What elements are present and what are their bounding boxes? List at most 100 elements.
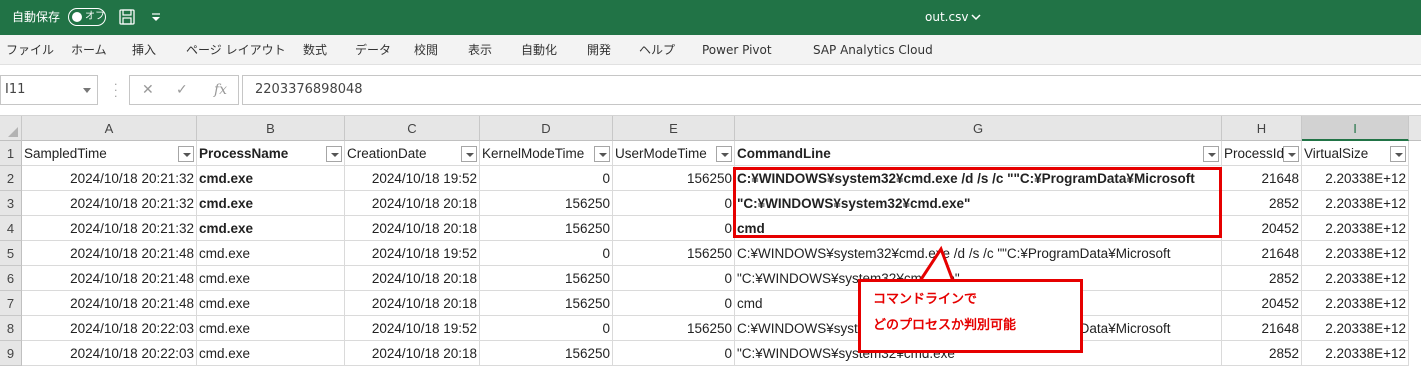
- cell-virtual-size[interactable]: 2.20338E+12: [1302, 341, 1409, 366]
- column-header-c[interactable]: C: [345, 116, 480, 141]
- cell-sampled-time[interactable]: 2024/10/18 20:21:48: [22, 241, 197, 266]
- cell-virtual-size[interactable]: 2.20338E+12: [1302, 166, 1409, 191]
- cell-user-mode-time[interactable]: 156250: [613, 166, 735, 191]
- header-cell-command-line[interactable]: CommandLine: [735, 141, 1222, 166]
- cell-user-mode-time[interactable]: 156250: [613, 241, 735, 266]
- cell-process-name[interactable]: cmd.exe: [197, 191, 345, 216]
- cell-sampled-time[interactable]: 2024/10/18 20:21:32: [22, 166, 197, 191]
- name-box[interactable]: I11: [0, 75, 98, 105]
- tab-review[interactable]: 校閲: [414, 42, 438, 58]
- tab-developer[interactable]: 開発: [587, 42, 611, 58]
- cell-sampled-time[interactable]: 2024/10/18 20:21:48: [22, 291, 197, 316]
- cell-kernel-mode-time[interactable]: 0: [480, 166, 613, 191]
- tab-page-layout[interactable]: ページ レイアウト: [186, 42, 286, 58]
- cell-creation-date[interactable]: 2024/10/18 20:18: [345, 341, 480, 366]
- check-icon[interactable]: ✓: [176, 82, 188, 98]
- row-header[interactable]: 6: [0, 266, 22, 291]
- cell-process-id[interactable]: 20452: [1222, 216, 1302, 241]
- fx-icon[interactable]: fx: [214, 82, 227, 98]
- column-header-b[interactable]: B: [197, 116, 345, 141]
- filter-dropdown-icon[interactable]: [1283, 146, 1299, 162]
- cell-process-name[interactable]: cmd.exe: [197, 341, 345, 366]
- filter-dropdown-icon[interactable]: [326, 146, 342, 162]
- column-header-g[interactable]: G: [735, 116, 1222, 141]
- cell-kernel-mode-time[interactable]: 156250: [480, 291, 613, 316]
- filter-dropdown-icon[interactable]: [594, 146, 610, 162]
- row-header[interactable]: 4: [0, 216, 22, 241]
- tab-file[interactable]: ファイル: [6, 42, 54, 58]
- cell-user-mode-time[interactable]: 0: [613, 291, 735, 316]
- cell-user-mode-time[interactable]: 0: [613, 191, 735, 216]
- customize-quick-access-icon[interactable]: [150, 8, 162, 26]
- resize-handle-icon[interactable]: · · ·: [114, 79, 118, 102]
- row-header[interactable]: 1: [0, 141, 22, 166]
- filter-dropdown-icon[interactable]: [1203, 146, 1219, 162]
- cell-kernel-mode-time[interactable]: 156250: [480, 216, 613, 241]
- cell-process-id[interactable]: 20452: [1222, 291, 1302, 316]
- cell-process-id[interactable]: 21648: [1222, 241, 1302, 266]
- cell-kernel-mode-time[interactable]: 0: [480, 316, 613, 341]
- filter-dropdown-icon[interactable]: [461, 146, 477, 162]
- filter-dropdown-icon[interactable]: [716, 146, 732, 162]
- cell-process-id[interactable]: 21648: [1222, 316, 1302, 341]
- row-header[interactable]: 9: [0, 341, 22, 366]
- cell-creation-date[interactable]: 2024/10/18 19:52: [345, 166, 480, 191]
- cell-process-name[interactable]: cmd.exe: [197, 241, 345, 266]
- formula-input[interactable]: 2203376898048: [242, 75, 1421, 105]
- cell-creation-date[interactable]: 2024/10/18 20:18: [345, 216, 480, 241]
- cell-process-name[interactable]: cmd.exe: [197, 266, 345, 291]
- cell-sampled-time[interactable]: 2024/10/18 20:21:32: [22, 191, 197, 216]
- tab-view[interactable]: 表示: [468, 42, 492, 58]
- column-header-a[interactable]: A: [22, 116, 197, 141]
- row-header[interactable]: 7: [0, 291, 22, 316]
- cell-command-line[interactable]: C:¥WINDOWS¥system32¥cmd.exe /d /s /c ""C…: [735, 241, 1222, 266]
- cell-sampled-time[interactable]: 2024/10/18 20:21:48: [22, 266, 197, 291]
- cell-virtual-size[interactable]: 2.20338E+12: [1302, 291, 1409, 316]
- cell-virtual-size[interactable]: 2.20338E+12: [1302, 316, 1409, 341]
- cell-creation-date[interactable]: 2024/10/18 20:18: [345, 191, 480, 216]
- cell-process-name[interactable]: cmd.exe: [197, 291, 345, 316]
- cell-process-id[interactable]: 21648: [1222, 166, 1302, 191]
- cell-process-id[interactable]: 2852: [1222, 191, 1302, 216]
- tab-automate[interactable]: 自動化: [521, 42, 557, 58]
- cell-user-mode-time[interactable]: 156250: [613, 316, 735, 341]
- file-name[interactable]: out.csv: [925, 9, 968, 25]
- cell-virtual-size[interactable]: 2.20338E+12: [1302, 266, 1409, 291]
- chevron-down-icon[interactable]: [83, 88, 91, 93]
- cell-user-mode-time[interactable]: 0: [613, 216, 735, 241]
- row-header[interactable]: 5: [0, 241, 22, 266]
- cell-process-id[interactable]: 2852: [1222, 341, 1302, 366]
- tab-sap-analytics-cloud[interactable]: SAP Analytics Cloud: [813, 42, 933, 58]
- cell-process-name[interactable]: cmd.exe: [197, 216, 345, 241]
- cell-sampled-time[interactable]: 2024/10/18 20:21:32: [22, 216, 197, 241]
- row-header[interactable]: 3: [0, 191, 22, 216]
- column-header-e[interactable]: E: [613, 116, 735, 141]
- cell-process-id[interactable]: 2852: [1222, 266, 1302, 291]
- cell-kernel-mode-time[interactable]: 0: [480, 241, 613, 266]
- tab-formulas[interactable]: 数式: [303, 42, 327, 58]
- row-header[interactable]: 2: [0, 166, 22, 191]
- cell-creation-date[interactable]: 2024/10/18 20:18: [345, 291, 480, 316]
- select-all-button[interactable]: [0, 116, 22, 141]
- tab-power-pivot[interactable]: Power Pivot: [702, 42, 772, 58]
- cell-process-name[interactable]: cmd.exe: [197, 166, 345, 191]
- column-header-i[interactable]: I: [1302, 116, 1409, 141]
- tab-help[interactable]: ヘルプ: [639, 42, 675, 58]
- cell-virtual-size[interactable]: 2.20338E+12: [1302, 216, 1409, 241]
- row-header[interactable]: 8: [0, 316, 22, 341]
- save-icon[interactable]: [118, 8, 136, 26]
- cell-creation-date[interactable]: 2024/10/18 20:18: [345, 266, 480, 291]
- chevron-down-icon[interactable]: [970, 12, 982, 22]
- cell-process-name[interactable]: cmd.exe: [197, 316, 345, 341]
- tab-home[interactable]: ホーム: [71, 42, 107, 58]
- header-cell-process-name[interactable]: ProcessName: [197, 141, 345, 166]
- cell-creation-date[interactable]: 2024/10/18 19:52: [345, 241, 480, 266]
- filter-dropdown-icon[interactable]: [1390, 146, 1406, 162]
- cell-kernel-mode-time[interactable]: 156250: [480, 341, 613, 366]
- cell-user-mode-time[interactable]: 0: [613, 266, 735, 291]
- filter-dropdown-icon[interactable]: [178, 146, 194, 162]
- cell-kernel-mode-time[interactable]: 156250: [480, 266, 613, 291]
- cell-virtual-size[interactable]: 2.20338E+12: [1302, 191, 1409, 216]
- cell-sampled-time[interactable]: 2024/10/18 20:22:03: [22, 316, 197, 341]
- cell-virtual-size[interactable]: 2.20338E+12: [1302, 241, 1409, 266]
